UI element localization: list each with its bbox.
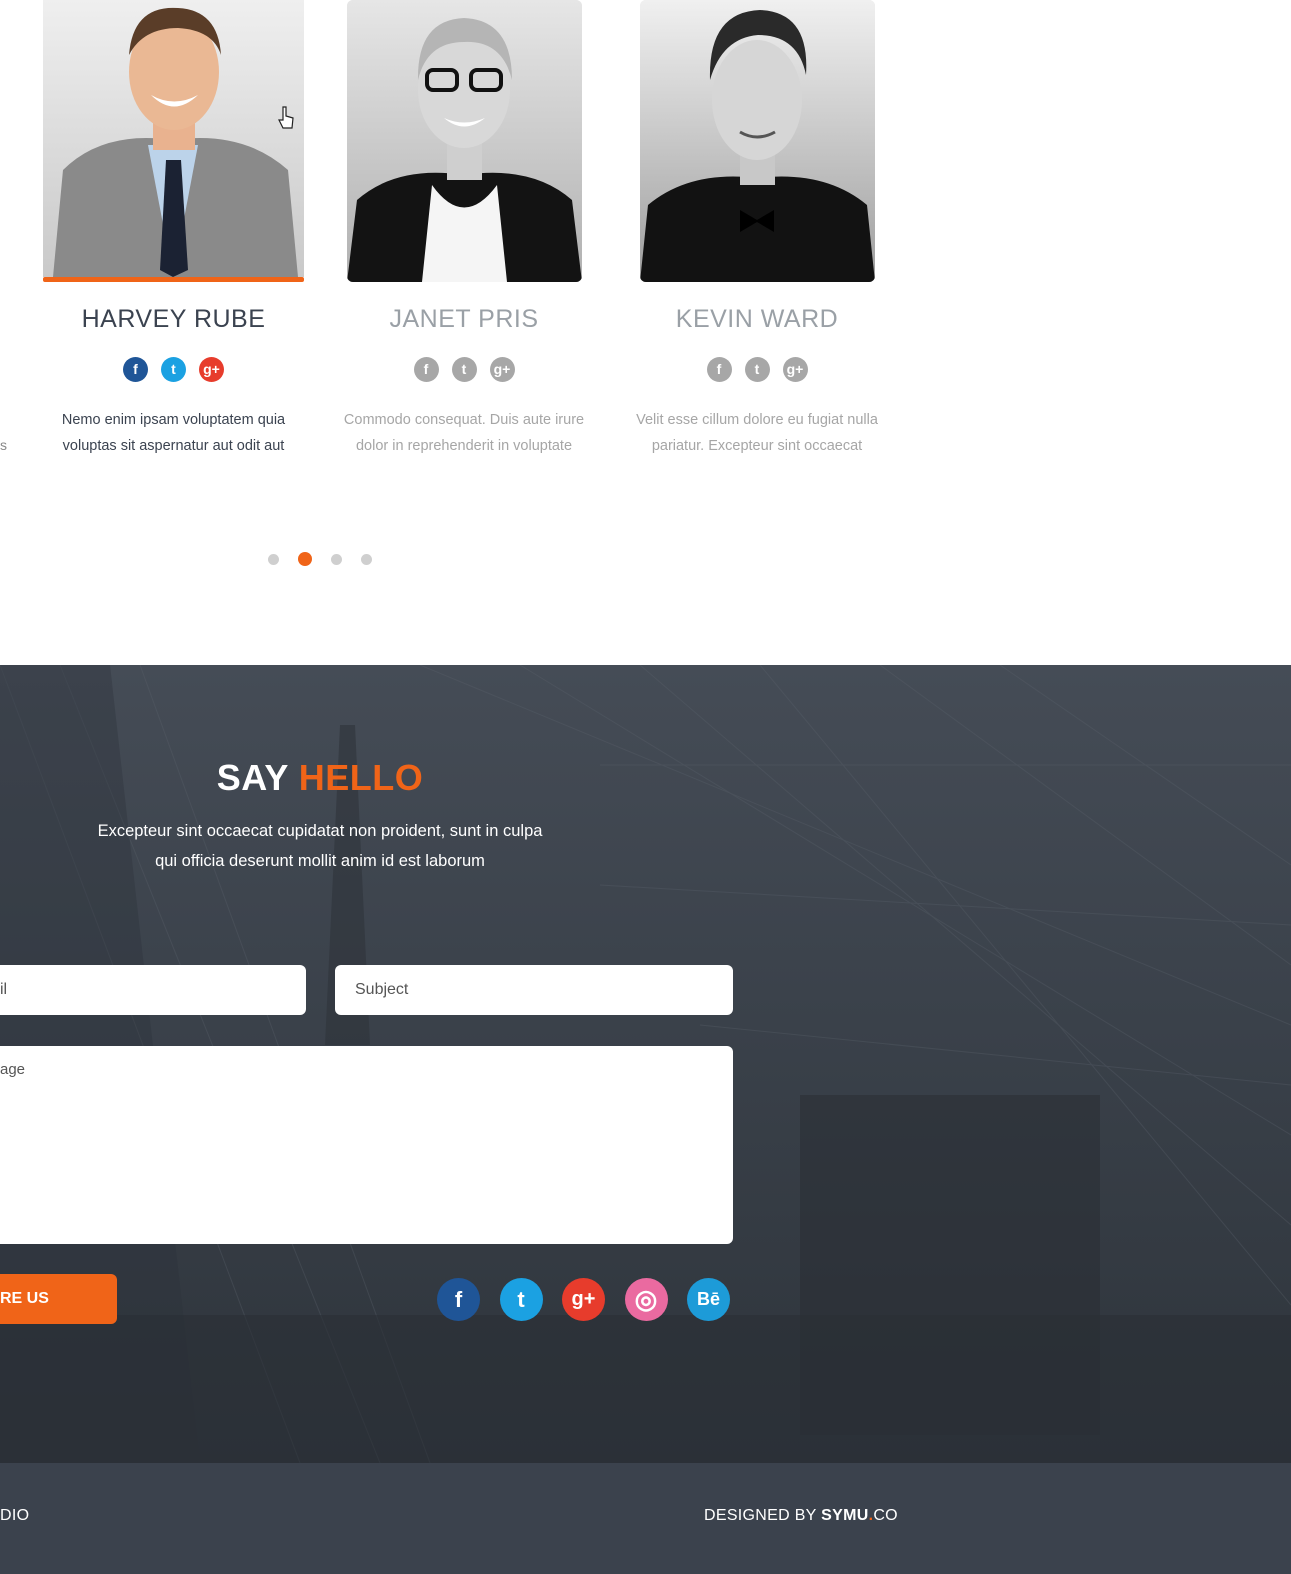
team-section: s HARVEY RUBE f t g+ Nemo enim ipsam vol bbox=[0, 0, 1291, 665]
twitter-icon[interactable]: t bbox=[451, 357, 477, 382]
member-social-links: f t g+ bbox=[627, 357, 887, 382]
contact-intro: Excepteur sint occaecat cupidatat non pr… bbox=[97, 822, 543, 870]
contact-title: SAY HELLO bbox=[216, 757, 424, 798]
facebook-icon[interactable]: f bbox=[706, 357, 732, 382]
member-social-links: f t g+ bbox=[43, 357, 304, 382]
twitter-icon[interactable]: t bbox=[499, 1278, 543, 1321]
pointer-cursor-icon bbox=[278, 106, 294, 129]
send-button[interactable]: RE US bbox=[0, 1274, 117, 1324]
member-social-links: f t g+ bbox=[334, 357, 594, 382]
carousel-dot[interactable] bbox=[361, 553, 372, 565]
email-field[interactable]: il bbox=[0, 965, 306, 1015]
member-description: Velit esse cillum dolore eu fugiat nulla… bbox=[636, 412, 878, 454]
carousel-pagination bbox=[268, 552, 372, 566]
site-footer: DIO DESIGNED BY SYMU.CO bbox=[0, 1463, 1291, 1574]
clipped-text-fragment: s bbox=[0, 437, 7, 453]
google-plus-icon[interactable]: g+ bbox=[489, 357, 515, 382]
facebook-icon[interactable]: f bbox=[413, 357, 439, 382]
member-photo[interactable] bbox=[347, 0, 582, 282]
member-name: HARVEY RUBE bbox=[81, 305, 266, 333]
behance-icon[interactable]: Bē bbox=[687, 1278, 730, 1321]
team-member-card: JANET PRIS f t g+ Commodo consequat. Dui… bbox=[334, 0, 594, 470]
twitter-icon[interactable]: t bbox=[744, 357, 770, 382]
carousel-dot[interactable] bbox=[268, 553, 279, 565]
carousel-dot-active[interactable] bbox=[298, 552, 312, 566]
member-description: Nemo enim ipsam voluptatem quia voluptas… bbox=[61, 412, 286, 454]
carousel-dot[interactable] bbox=[331, 553, 342, 565]
team-member-card: HARVEY RUBE f t g+ Nemo enim ipsam volup… bbox=[43, 0, 304, 470]
active-member-indicator bbox=[43, 277, 304, 282]
team-member-card: KEVIN WARD f t g+ Velit esse cillum dolo… bbox=[627, 0, 887, 470]
footer-copyright: DIO bbox=[0, 1507, 30, 1524]
message-placeholder: age bbox=[0, 1061, 26, 1078]
contact-social-links: f t g+ ◎ Bē bbox=[437, 1278, 730, 1321]
contact-section: SAY HELLO Excepteur sint occaecat cupida… bbox=[0, 665, 1291, 1463]
member-name: KEVIN WARD bbox=[675, 305, 839, 333]
footer-credit: DESIGNED BY SYMU.CO bbox=[704, 1507, 898, 1524]
person-photo-illustration bbox=[640, 0, 875, 282]
dribbble-icon[interactable]: ◎ bbox=[624, 1278, 668, 1321]
designer-brand-link[interactable]: SYMU bbox=[821, 1507, 868, 1524]
person-photo-illustration bbox=[347, 0, 582, 282]
google-plus-icon[interactable]: g+ bbox=[782, 357, 808, 382]
person-photo-illustration bbox=[43, 0, 304, 277]
member-name: JANET PRIS bbox=[389, 305, 539, 333]
google-plus-icon[interactable]: g+ bbox=[562, 1278, 605, 1321]
subject-field[interactable]: Subject bbox=[335, 965, 733, 1015]
facebook-icon[interactable]: f bbox=[437, 1278, 480, 1321]
email-placeholder: il bbox=[0, 981, 8, 998]
subject-placeholder: Subject bbox=[355, 981, 409, 998]
member-photo[interactable] bbox=[43, 0, 304, 277]
message-field[interactable]: age bbox=[0, 1046, 733, 1244]
facebook-icon[interactable]: f bbox=[123, 357, 148, 382]
member-photo[interactable] bbox=[640, 0, 875, 282]
google-plus-icon[interactable]: g+ bbox=[199, 357, 224, 382]
member-description: Commodo consequat. Duis aute irure dolor… bbox=[343, 412, 585, 454]
twitter-icon[interactable]: t bbox=[161, 357, 186, 382]
